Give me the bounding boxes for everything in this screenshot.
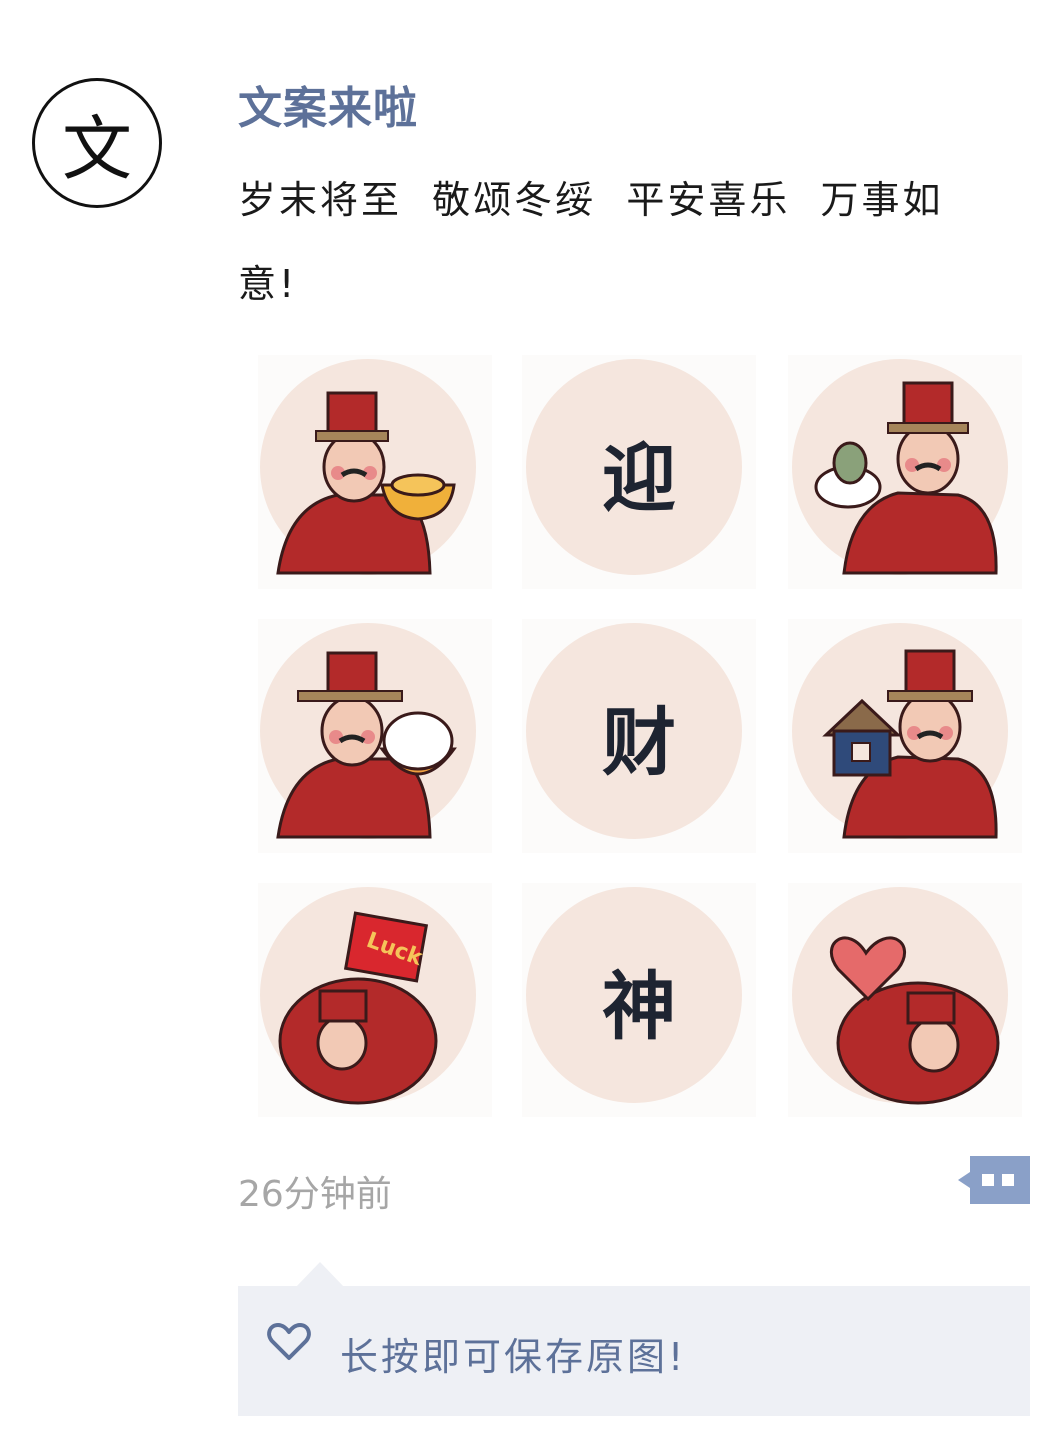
image-tile-6[interactable] bbox=[788, 619, 1022, 853]
image-tile-3[interactable] bbox=[788, 355, 1022, 589]
image-tile-8[interactable]: 神 bbox=[522, 883, 756, 1117]
god-of-wealth-heart-icon bbox=[792, 887, 1008, 1105]
likes-text: 长按即可保存原图! bbox=[340, 1335, 687, 1379]
god-of-wealth-house-icon bbox=[792, 623, 1008, 839]
god-of-wealth-bird-icon bbox=[792, 359, 1008, 575]
heart-outline-icon[interactable] bbox=[266, 1322, 312, 1362]
image-tile-5[interactable]: 财 bbox=[522, 619, 756, 853]
tile-character: 迎 bbox=[602, 435, 676, 522]
post-caption: 岁末将至 敬颂冬绥 平安喜乐 万事如 意! bbox=[238, 158, 1028, 326]
avatar-char: 文 bbox=[62, 107, 132, 190]
god-of-wealth-luck-sign-icon: Luck bbox=[260, 887, 476, 1105]
caption-line-2: 意! bbox=[238, 262, 298, 306]
god-of-wealth-ingot-icon bbox=[260, 359, 476, 575]
tile-character: 财 bbox=[602, 699, 676, 786]
comment-more-button[interactable] bbox=[958, 1152, 1030, 1208]
god-of-wealth-rice-bowl-icon bbox=[260, 623, 476, 839]
image-tile-4[interactable] bbox=[258, 619, 492, 853]
image-tile-7[interactable]: Luck bbox=[258, 883, 492, 1117]
likes-pointer bbox=[296, 1262, 344, 1287]
caption-line-1: 岁末将至 敬颂冬绥 平安喜乐 万事如 bbox=[238, 178, 944, 222]
author-name[interactable]: 文案来啦 bbox=[238, 72, 418, 136]
tile-character: 神 bbox=[602, 963, 676, 1050]
author-avatar[interactable]: 文 bbox=[32, 78, 162, 208]
post-time: 26分钟前 bbox=[238, 1174, 392, 1215]
image-tile-9[interactable] bbox=[788, 883, 1022, 1117]
comment-dots-icon bbox=[958, 1156, 1030, 1204]
image-tile-2[interactable]: 迎 bbox=[522, 355, 756, 589]
image-grid: 迎 财 Luck 神 bbox=[258, 355, 1030, 1117]
image-tile-1[interactable] bbox=[258, 355, 492, 589]
